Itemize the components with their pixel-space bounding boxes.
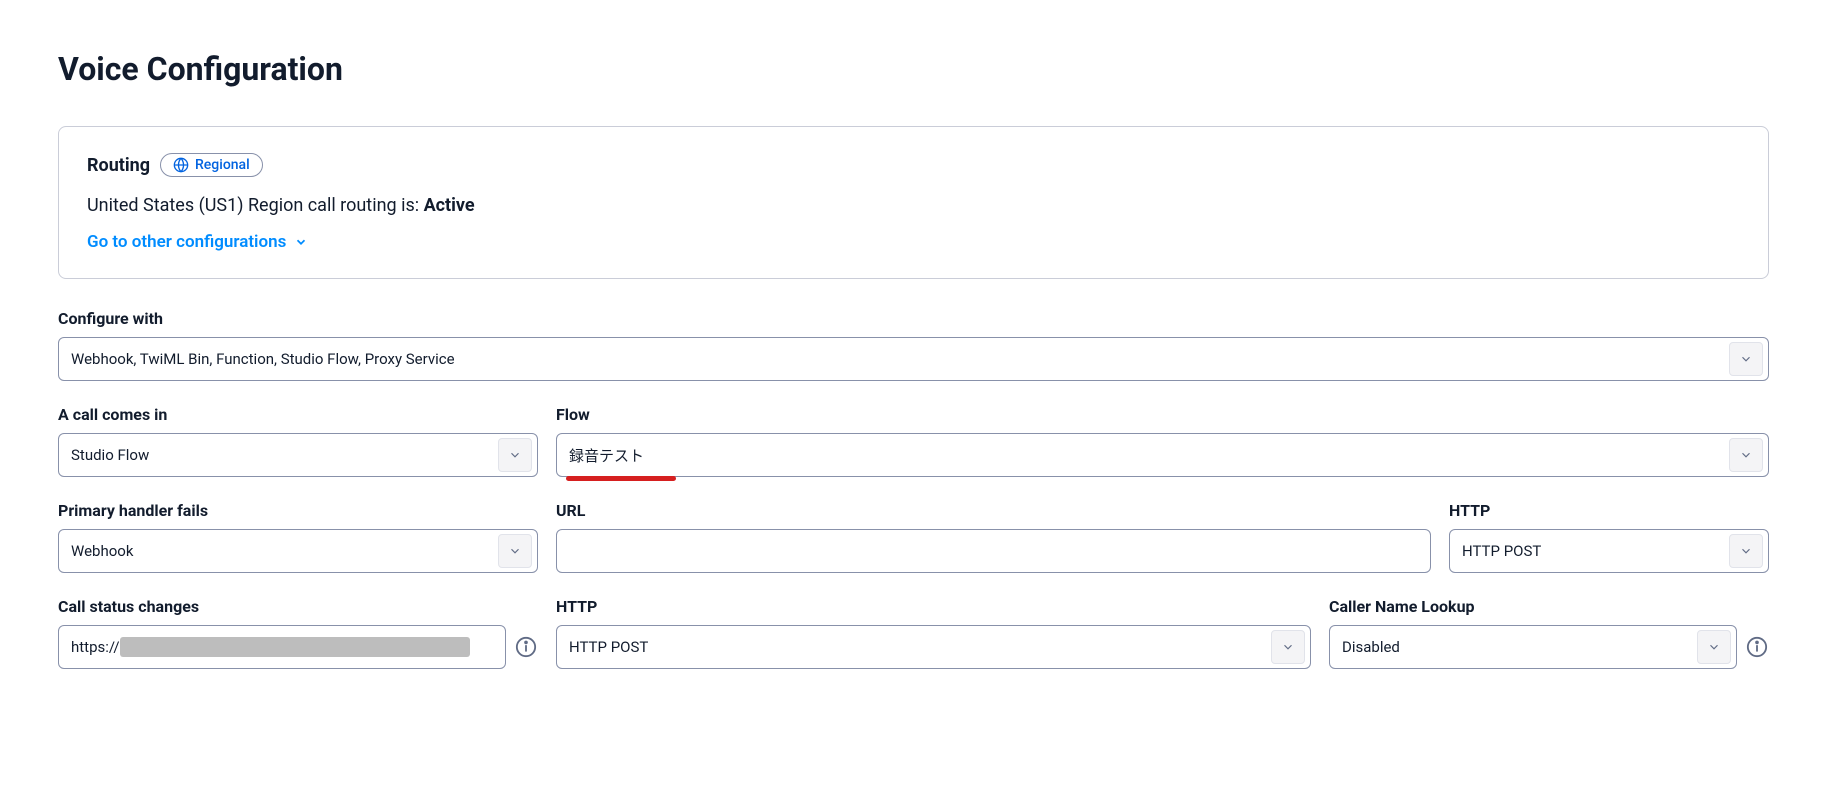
routing-status-prefix: United States (US1) Region call routing … <box>87 195 424 216</box>
redacted-url <box>120 637 470 657</box>
annotation-underline <box>566 476 676 481</box>
flow-label: Flow <box>556 405 1769 424</box>
chevron-down-icon <box>1729 534 1763 568</box>
regional-pill[interactable]: Regional <box>160 153 263 177</box>
routing-status: United States (US1) Region call routing … <box>87 195 1740 216</box>
http1-select[interactable]: HTTP POST <box>1449 529 1769 573</box>
chevron-down-icon <box>498 438 532 472</box>
chevron-down-icon <box>498 534 532 568</box>
primary-handler-fails-value: Webhook <box>71 542 525 560</box>
call-comes-in-value: Studio Flow <box>71 446 525 464</box>
primary-handler-fails-select[interactable]: Webhook <box>58 529 538 573</box>
flow-select[interactable]: 録音テスト <box>556 433 1769 477</box>
other-configurations-link[interactable]: Go to other configurations <box>87 232 308 252</box>
http2-select[interactable]: HTTP POST <box>556 625 1311 669</box>
call-comes-in-label: A call comes in <box>58 405 538 424</box>
chevron-down-icon <box>1697 630 1731 664</box>
caller-name-lookup-select[interactable]: Disabled <box>1329 625 1737 669</box>
url-label: URL <box>556 501 1431 520</box>
chevron-down-icon <box>294 235 308 249</box>
http2-label: HTTP <box>556 597 1311 616</box>
url-input-wrap <box>556 529 1431 573</box>
configure-with-label: Configure with <box>58 309 1769 328</box>
globe-icon <box>173 157 189 173</box>
chevron-down-icon <box>1271 630 1305 664</box>
configure-with-select[interactable]: Webhook, TwiML Bin, Function, Studio Flo… <box>58 337 1769 381</box>
routing-card: Routing Regional United States (US1) Reg… <box>58 126 1769 279</box>
http1-label: HTTP <box>1449 501 1769 520</box>
regional-pill-label: Regional <box>195 157 250 173</box>
url-input[interactable] <box>569 543 1418 560</box>
call-comes-in-select[interactable]: Studio Flow <box>58 433 538 477</box>
http1-value: HTTP POST <box>1462 542 1756 560</box>
chevron-down-icon <box>1729 342 1763 376</box>
primary-handler-fails-label: Primary handler fails <box>58 501 538 520</box>
info-icon[interactable] <box>514 635 538 659</box>
page-title: Voice Configuration <box>58 50 1769 88</box>
flow-value: 録音テスト <box>569 445 1756 466</box>
routing-status-value: Active <box>424 195 475 216</box>
http2-value: HTTP POST <box>569 638 1298 656</box>
call-status-changes-label: Call status changes <box>58 597 538 616</box>
caller-name-lookup-value: Disabled <box>1342 638 1724 656</box>
caller-name-lookup-label: Caller Name Lookup <box>1329 597 1769 616</box>
call-status-prefix: https:// <box>71 638 120 656</box>
link-label: Go to other configurations <box>87 232 286 252</box>
routing-title: Routing <box>87 155 150 176</box>
info-icon[interactable] <box>1745 635 1769 659</box>
call-status-changes-input-wrap: https:// <box>58 625 506 669</box>
chevron-down-icon <box>1729 438 1763 472</box>
configure-with-value: Webhook, TwiML Bin, Function, Studio Flo… <box>71 350 1756 368</box>
